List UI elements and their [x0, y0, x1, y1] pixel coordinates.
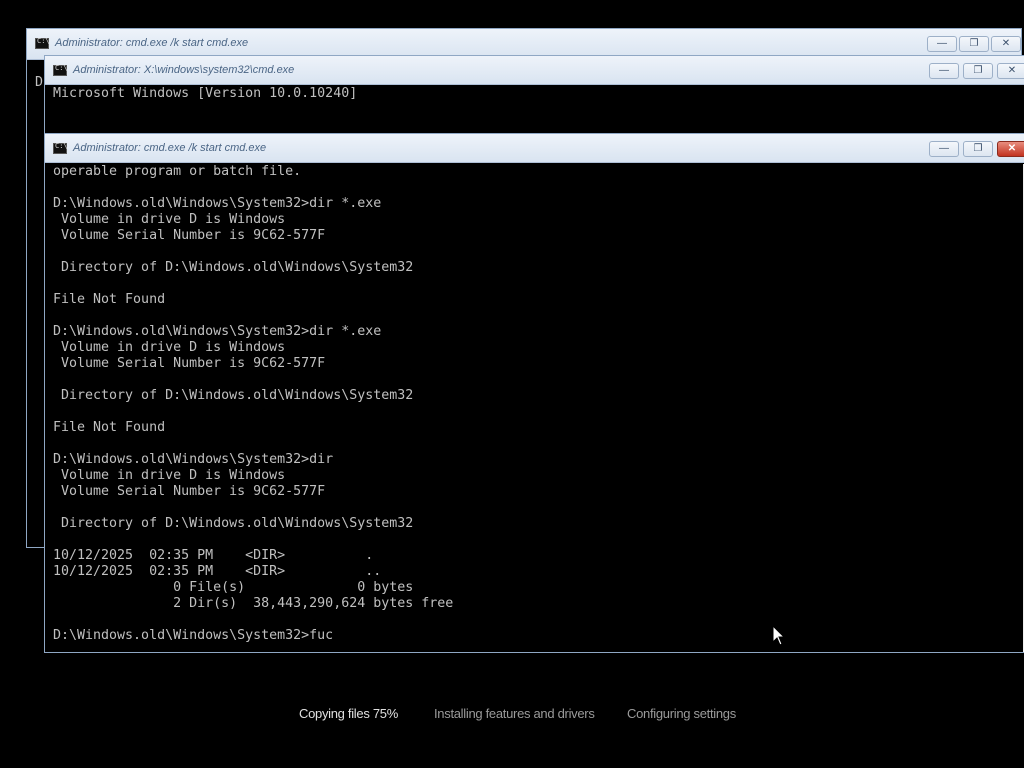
setup-step-installing: Installing features and drivers	[434, 706, 595, 721]
cmd-icon	[53, 64, 68, 76]
console-output[interactable]: operable program or batch file. D:\Windo…	[53, 164, 1013, 644]
console-text: operable program or batch file. D:\Windo…	[53, 164, 454, 643]
cmd-icon	[35, 37, 50, 49]
close-button[interactable]: ✕	[991, 36, 1021, 52]
window-title: Administrator: cmd.exe /k start cmd.exe	[55, 37, 249, 49]
restore-button[interactable]: ❐	[963, 63, 993, 79]
close-button[interactable]: ✕	[997, 63, 1024, 79]
minimize-button[interactable]: —	[929, 141, 959, 157]
window-title: Administrator: X:\windows\system32\cmd.e…	[73, 64, 295, 76]
minimize-button[interactable]: —	[929, 63, 959, 79]
setup-step-configuring: Configuring settings	[627, 706, 736, 721]
setup-step-copying: Copying files 75%	[299, 706, 398, 721]
mouse-cursor-icon	[772, 625, 786, 646]
cmd-window-front[interactable]: Administrator: cmd.exe /k start cmd.exe …	[44, 133, 1024, 653]
restore-button[interactable]: ❐	[963, 141, 993, 157]
cmd-icon	[53, 142, 68, 154]
window-title: Administrator: cmd.exe /k start cmd.exe	[73, 142, 267, 154]
title-bar[interactable]: Administrator: cmd.exe /k start cmd.exe …	[45, 134, 1024, 163]
minimize-button[interactable]: —	[927, 36, 957, 52]
close-button[interactable]: ✕	[997, 141, 1024, 157]
restore-button[interactable]: ❐	[959, 36, 989, 52]
console-text: Microsoft Windows [Version 10.0.10240]	[53, 86, 358, 101]
title-bar[interactable]: Administrator: X:\windows\system32\cmd.e…	[45, 56, 1024, 85]
